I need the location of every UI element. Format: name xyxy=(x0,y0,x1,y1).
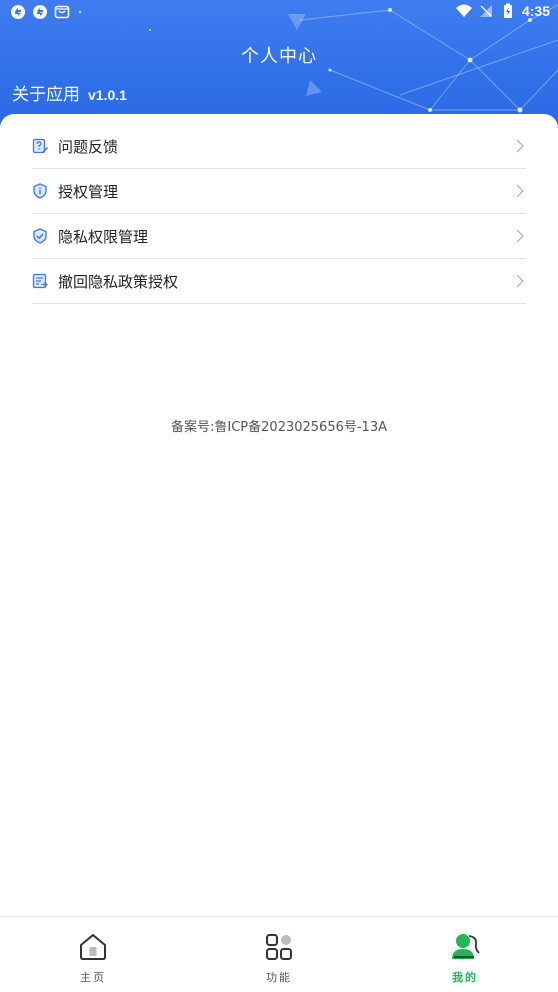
main-card: 问题反馈 授权管理 隐私权限管理 撤回隐私政策授权 备案号:鲁ICP备20230… xyxy=(0,114,558,916)
sync-icon xyxy=(33,5,47,19)
nav-tab-mine[interactable]: 我的 xyxy=(372,917,558,992)
home-icon xyxy=(80,934,106,960)
about-app-row: 关于应用 v1.0.1 xyxy=(12,80,127,105)
nav-label: 我的 xyxy=(452,971,478,984)
nav-label: 功能 xyxy=(266,971,292,984)
status-left-icons xyxy=(10,4,70,20)
icp-record: 备案号:鲁ICP备2023025656号-13A xyxy=(171,420,387,435)
shield-check-icon xyxy=(32,228,48,244)
document-revoke-icon xyxy=(32,273,48,289)
status-bar: 4:35 xyxy=(0,0,558,26)
menu-item-revoke-privacy[interactable]: 撤回隐私政策授权 xyxy=(32,259,526,304)
battery-charging-icon xyxy=(503,3,512,18)
menu-item-label: 问题反馈 xyxy=(58,137,119,156)
menu-item-authorization[interactable]: 授权管理 xyxy=(32,169,526,214)
store-icon xyxy=(54,5,70,19)
menu-item-label: 授权管理 xyxy=(58,182,119,201)
menu-item-feedback[interactable]: 问题反馈 xyxy=(32,124,526,169)
about-app-label: 关于应用 xyxy=(12,85,80,105)
chevron-right-icon xyxy=(516,274,524,288)
signal-off-icon xyxy=(479,5,492,17)
sync-icon xyxy=(11,5,25,19)
menu-item-label: 隐私权限管理 xyxy=(58,227,149,246)
nav-label: 主页 xyxy=(80,971,106,984)
app-version: v1.0.1 xyxy=(88,87,127,103)
menu-item-privacy-permissions[interactable]: 隐私权限管理 xyxy=(32,214,526,259)
status-time: 4:35 xyxy=(521,3,550,19)
feedback-icon xyxy=(32,138,48,154)
shield-info-icon xyxy=(32,183,48,199)
nav-tab-home[interactable]: 主页 xyxy=(0,917,186,992)
page-title: 个人中心 xyxy=(241,46,317,67)
chevron-right-icon xyxy=(516,184,524,198)
status-right-icons: 4:35 xyxy=(455,3,550,19)
user-icon xyxy=(452,934,480,959)
menu-item-label: 撤回隐私政策授权 xyxy=(58,272,179,291)
chevron-right-icon xyxy=(516,229,524,243)
chevron-right-icon xyxy=(516,139,524,153)
nav-tab-functions[interactable]: 功能 xyxy=(186,917,372,992)
grid-icon xyxy=(266,934,292,960)
wifi-icon xyxy=(455,4,472,17)
bottom-nav: 主页 功能 我的 xyxy=(0,916,558,992)
settings-menu: 问题反馈 授权管理 隐私权限管理 撤回隐私政策授权 xyxy=(32,124,526,304)
